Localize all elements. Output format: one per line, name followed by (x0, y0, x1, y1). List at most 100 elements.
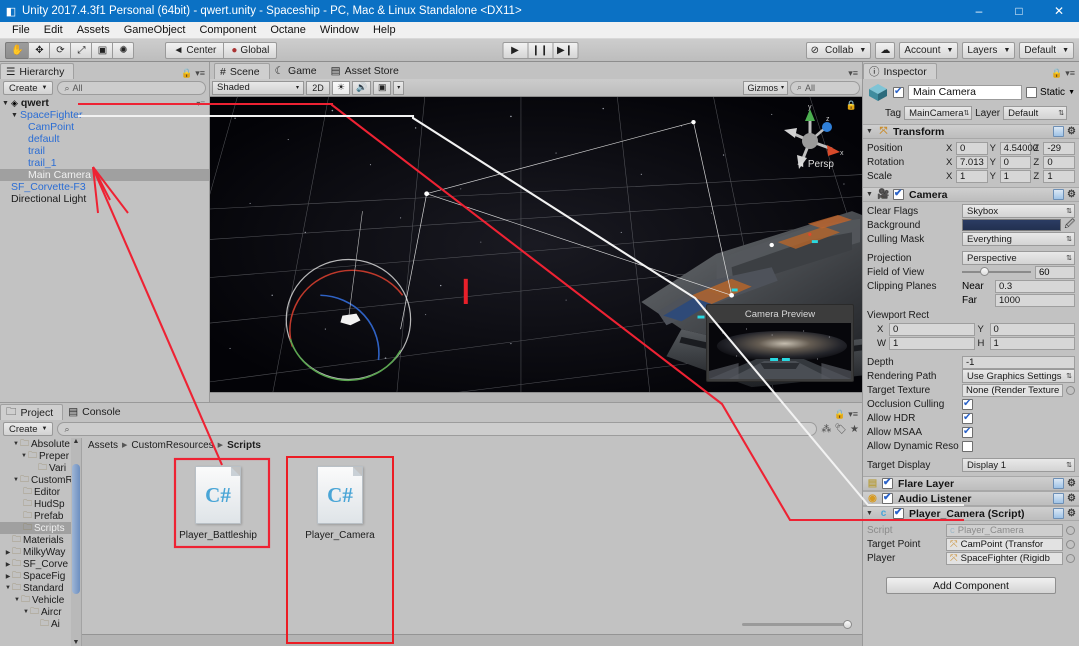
menu-item-component[interactable]: Component (192, 22, 263, 39)
help-icon[interactable] (1053, 478, 1065, 489)
chevron-down-icon[interactable]: ▼ (4, 585, 12, 591)
tab-console[interactable]: ▤ Console (63, 404, 129, 420)
gizmos-dropdown[interactable]: Gizmos ▾ (743, 80, 788, 95)
rotate-tool-button[interactable]: ⟳ (49, 41, 72, 59)
viewport-y-input[interactable]: 0 (989, 322, 1075, 336)
folder-row[interactable]: ▼ 🗀 Standard (0, 582, 81, 594)
object-picker-icon[interactable] (1066, 539, 1075, 549)
chevron-down-icon[interactable]: ▼ (866, 191, 874, 198)
chevron-down-icon[interactable]: ▼ (2, 100, 11, 107)
project-folder-tree[interactable]: ▼ 🗀 Absolute ▼ 🗀 Preper 🗀 Vari ▼ 🗀 Custo… (0, 438, 82, 646)
scrollbar-thumb[interactable] (72, 464, 80, 594)
object-picker-icon[interactable] (1066, 385, 1075, 395)
transform-tool-button[interactable]: ✺ (112, 41, 135, 59)
eyedropper-icon[interactable]: 🖉 (1064, 217, 1075, 234)
rendering-path-dropdown[interactable]: Use Graphics Settings ⇅ (962, 369, 1075, 383)
tab-project[interactable]: 🗀 Project (0, 404, 64, 420)
projection-dropdown[interactable]: Perspective ⇅ (962, 251, 1075, 265)
scene-search-input[interactable]: ⌕ All (790, 80, 860, 95)
slider-knob[interactable] (843, 619, 852, 629)
chevron-down-icon[interactable]: ▼ (866, 510, 874, 517)
fov-value-input[interactable]: 60 (1035, 265, 1075, 279)
two-d-toggle[interactable]: 2D (306, 80, 330, 95)
layers-dropdown[interactable]: Layers ▼ (962, 41, 1016, 59)
lock-icon[interactable]: 🔒 (181, 68, 192, 79)
breadcrumb-scripts[interactable]: Scripts (227, 440, 261, 451)
scale-y-input[interactable]: 1 (999, 169, 1032, 183)
scale-x-input[interactable]: 1 (956, 169, 988, 183)
component-header-camera[interactable]: ▼ 🎥 Camera ⚙ (863, 187, 1079, 202)
chevron-down-icon[interactable]: ▼ (12, 477, 20, 483)
fx-dropdown[interactable]: ▾ (393, 80, 405, 95)
asset-filter-icon[interactable]: ⁂ (821, 424, 831, 435)
menu-item-help[interactable]: Help (366, 22, 403, 39)
fov-slider[interactable]: 60 (962, 265, 1075, 279)
tab-scene[interactable]: # Scene (214, 63, 270, 79)
chevron-down-icon[interactable]: ▼ (11, 112, 20, 119)
menu-item-gameobject[interactable]: GameObject (117, 22, 193, 39)
far-input[interactable]: 1000 (995, 293, 1075, 307)
breadcrumb-customresources[interactable]: CustomResources (131, 440, 213, 451)
gear-icon[interactable]: ⚙ (1067, 493, 1076, 504)
help-icon[interactable] (1053, 126, 1065, 137)
pause-button[interactable]: ❙❙ (527, 41, 553, 59)
gear-icon[interactable]: ⚙ (1067, 189, 1076, 200)
folder-row[interactable]: 🗀 HudSp (0, 498, 81, 510)
panel-menu-icon[interactable]: ▾≡ (1065, 68, 1075, 79)
background-color-swatch[interactable] (962, 219, 1062, 231)
scene-lock-icon[interactable]: 🔒 (846, 100, 857, 111)
audio-toggle[interactable]: 🔊 (352, 80, 372, 95)
position-x-input[interactable]: 0 (956, 141, 988, 155)
occlusion-culling-checkbox[interactable] (962, 398, 973, 410)
folder-row[interactable]: ▼ 🗀 Absolute (0, 438, 81, 450)
hierarchy-item-default[interactable]: default (0, 133, 209, 145)
gameobject-name-field[interactable]: Main Camera (908, 84, 1023, 100)
tag-dropdown[interactable]: MainCamera ⇅ (904, 106, 973, 120)
culling-mask-dropdown[interactable]: Everything ⇅ (962, 232, 1075, 246)
hierarchy-context-icon[interactable]: ▾≡ (196, 99, 209, 108)
collab-button[interactable]: ⊘ Collab ▼ (805, 41, 872, 59)
hierarchy-item-directional-light[interactable]: Directional Light (0, 193, 209, 205)
rotation-x-input[interactable]: 7.013 (956, 155, 988, 169)
move-tool-button[interactable]: ✥ (28, 41, 51, 59)
chevron-down-icon[interactable]: ▼ (13, 597, 21, 603)
object-picker-icon[interactable] (1066, 553, 1075, 563)
chevron-right-icon[interactable]: ▶ (4, 561, 12, 568)
component-header-transform[interactable]: ▼ ⤧ Transform ⚙ (863, 124, 1079, 139)
help-icon[interactable] (1053, 493, 1065, 504)
hand-tool-button[interactable]: ✋ (5, 41, 30, 59)
hierarchy-create-button[interactable]: Create ▼ (3, 81, 54, 95)
chevron-right-icon[interactable]: ▶ (4, 549, 12, 556)
viewport-x-input[interactable]: 0 (889, 322, 975, 336)
gear-icon[interactable]: ⚙ (1067, 508, 1076, 519)
menu-item-octane[interactable]: Octane (263, 22, 312, 39)
folder-row[interactable]: 🗀 Editor (0, 486, 81, 498)
cloud-button[interactable]: ☁ (875, 41, 896, 59)
pivot-mode-button[interactable]: ◄ Center (165, 41, 225, 59)
hierarchy-item-sf-corvette-f3[interactable]: SF_Corvette-F3 (0, 181, 209, 193)
viewport-h-input[interactable]: 1 (989, 336, 1075, 350)
folder-row[interactable]: ▼ 🗀 CustomR (0, 474, 81, 486)
component-header-audio-listener[interactable]: ◉ Audio Listener ⚙ (863, 491, 1079, 506)
project-create-button[interactable]: Create ▼ (3, 422, 54, 436)
draw-mode-dropdown[interactable]: Shaded ▾ (212, 80, 304, 95)
asset-item-player-camera[interactable]: C# Player_Camera (286, 456, 394, 644)
clear-flags-dropdown[interactable]: Skybox ⇅ (962, 204, 1075, 218)
audio-listener-enabled-checkbox[interactable] (882, 492, 893, 504)
hierarchy-search-input[interactable]: ⌕ All (57, 81, 206, 95)
slider-knob[interactable] (979, 267, 989, 276)
lock-icon[interactable]: 🔒 (834, 409, 845, 420)
help-icon[interactable] (1053, 189, 1065, 200)
target-display-dropdown[interactable]: Display 1 ⇅ (962, 458, 1075, 472)
panel-menu-icon[interactable]: ▾≡ (195, 68, 205, 79)
scroll-down-icon[interactable]: ▼ (72, 639, 80, 646)
hierarchy-item-trail[interactable]: trail (0, 145, 209, 157)
folder-row[interactable]: 🗀 Prefab (0, 510, 81, 522)
chevron-down-icon[interactable]: ▼ (1068, 89, 1075, 96)
menu-item-edit[interactable]: Edit (37, 22, 70, 39)
allow-msaa-checkbox[interactable] (962, 426, 973, 438)
tab-hierarchy[interactable]: ☰ Hierarchy (0, 63, 75, 79)
position-z-input[interactable]: -29 (1043, 141, 1076, 155)
account-dropdown[interactable]: Account ▼ (899, 41, 959, 59)
play-button[interactable]: ▶ (502, 41, 528, 59)
